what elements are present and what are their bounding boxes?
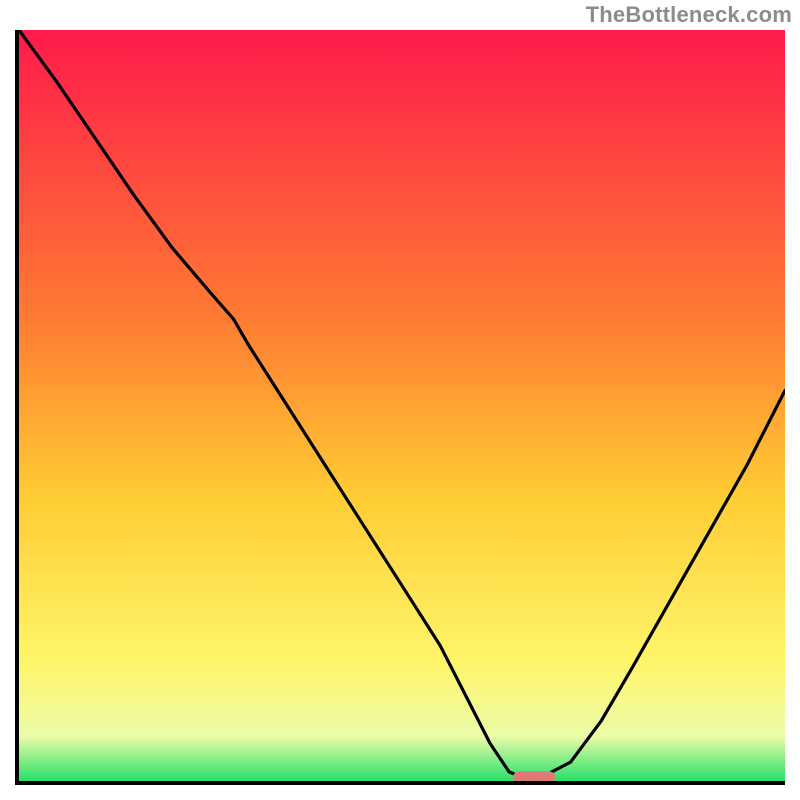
chart-plot-area bbox=[15, 30, 785, 785]
chart-svg bbox=[19, 30, 785, 781]
optimal-range-marker bbox=[513, 771, 555, 781]
heat-gradient-background bbox=[19, 30, 785, 781]
chart-stage: TheBottleneck.com bbox=[0, 0, 800, 800]
watermark-text: TheBottleneck.com bbox=[586, 2, 792, 28]
